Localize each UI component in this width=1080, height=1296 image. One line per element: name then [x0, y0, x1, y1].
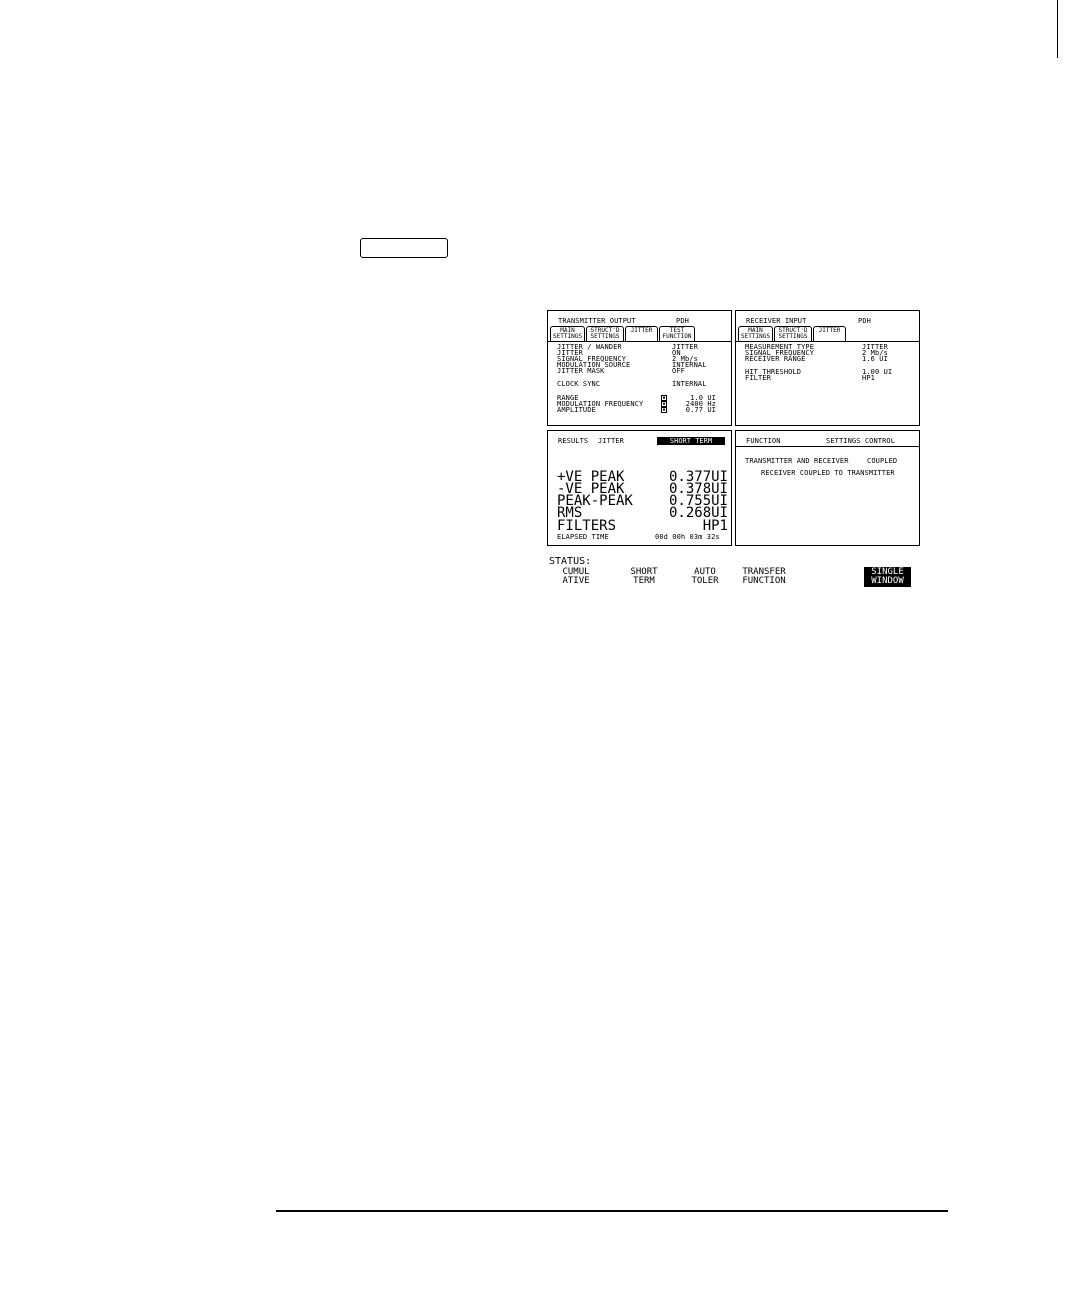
tab-label: SETTINGS [553, 333, 582, 340]
row-value[interactable]: INTERNAL [672, 381, 707, 388]
results-period-badge: SHORT TERM [657, 437, 725, 445]
transmitter-output-panel: TRANSMITTER OUTPUT PDH MAIN SETTINGS STR… [547, 310, 732, 426]
row-value[interactable]: 0.77 UI [670, 407, 716, 414]
row-label: AMPLITUDE [557, 406, 596, 414]
tab-jitter[interactable]: JITTER [625, 326, 658, 342]
tab-test-function[interactable]: TEST FUNCTION [659, 326, 695, 341]
panel-mode: PDH [858, 317, 871, 325]
row-label: RECEIVER RANGE [745, 355, 806, 363]
tab-jitter[interactable]: JITTER [813, 326, 846, 342]
tab-label: FUNCTION [662, 333, 692, 340]
function-panel: FUNCTION SETTINGS CONTROL TRANSMITTER AN… [735, 430, 920, 546]
tab-label: JITTER [818, 327, 841, 334]
results-type: JITTER [598, 437, 624, 445]
row-label: JITTER MASK [557, 367, 605, 375]
key-button-icon [360, 238, 448, 258]
tab-structd-settings[interactable]: STRUCT'D SETTINGS [586, 326, 624, 341]
panel-title: TRANSMITTER OUTPUT [558, 317, 636, 325]
tab-strip: MAIN SETTINGS STRUCT'D SETTINGS JITTER [738, 326, 847, 342]
header-divider [736, 446, 919, 447]
results-panel: RESULTS JITTER SHORT TERM +VE PEAK 0.377… [547, 430, 732, 546]
softkey-single-window[interactable]: SINGLE WINDOW [864, 567, 911, 587]
softkey-auto-toler[interactable]: AUTO TOLER [685, 568, 725, 586]
tab-label: SETTINGS [741, 333, 770, 340]
panel-title: FUNCTION [746, 437, 781, 445]
softkey-transfer-function[interactable]: TRANSFER FUNCTION [738, 568, 790, 586]
softkey-short-term[interactable]: SHORT TERM [624, 568, 664, 586]
softkey-cumulative[interactable]: CUMUL ATIVE [556, 568, 596, 586]
tab-label: SETTINGS [778, 333, 808, 340]
tab-label: SETTINGS [590, 333, 620, 340]
tab-main-settings[interactable]: MAIN SETTINGS [738, 326, 773, 341]
row-value[interactable]: 1.6 UI [862, 356, 888, 363]
elapsed-label: ELAPSED TIME [557, 533, 609, 541]
row-value[interactable]: OFF [672, 368, 685, 375]
coupling-message: RECEIVER COUPLED TO TRANSMITTER [761, 469, 895, 477]
tab-main-settings[interactable]: MAIN SETTINGS [550, 326, 585, 341]
coupling-value[interactable]: COUPLED [867, 458, 897, 465]
row-label: CLOCK SYNC [557, 380, 601, 388]
row-label: FILTER [745, 374, 771, 382]
status-label: STATUS: [549, 556, 592, 567]
panel-mode: PDH [676, 317, 689, 325]
panel-title: RECEIVER INPUT [746, 317, 807, 325]
result-value: HP1 [702, 518, 728, 534]
tab-underline [736, 341, 919, 342]
elapsed-value: 00d 00h 03m 32s [655, 533, 720, 541]
row-value[interactable]: HP1 [862, 375, 875, 382]
bottom-rule [276, 1210, 948, 1212]
step-icon[interactable]: ▪ [661, 407, 667, 413]
tab-underline [548, 341, 731, 342]
margin-line [1057, 0, 1058, 58]
tab-structd-settings[interactable]: STRUCT'D SETTINGS [774, 326, 812, 341]
tab-strip: MAIN SETTINGS STRUCT'D SETTINGS JITTER T… [550, 326, 696, 342]
result-label: FILTERS [557, 518, 617, 534]
function-name: SETTINGS CONTROL [826, 437, 896, 445]
tab-label: JITTER [630, 327, 653, 334]
panel-title: RESULTS [558, 437, 589, 445]
receiver-input-panel: RECEIVER INPUT PDH MAIN SETTINGS STRUCT'… [735, 310, 920, 426]
row-label: TRANSMITTER AND RECEIVER [745, 457, 849, 465]
